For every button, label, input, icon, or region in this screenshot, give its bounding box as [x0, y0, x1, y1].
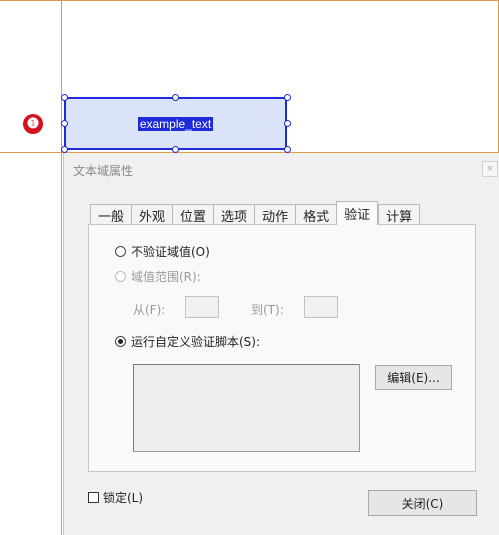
resize-handle-top[interactable]	[172, 94, 179, 101]
close-icon[interactable]: ×	[482, 161, 498, 177]
guide-line-vertical	[61, 0, 62, 535]
from-input[interactable]	[185, 296, 219, 318]
edit-script-button[interactable]: 编辑(E)...	[375, 365, 452, 390]
tab-options[interactable]: 选项	[213, 204, 255, 225]
tab-format[interactable]: 格式	[295, 204, 337, 225]
text-field-value: example_text	[137, 116, 214, 131]
range-radio[interactable]	[115, 271, 126, 282]
resize-handle-right[interactable]	[284, 120, 291, 127]
no-validate-label[interactable]: 不验证域值(O)	[131, 243, 210, 260]
to-label: 到(T):	[251, 303, 284, 317]
no-validate-radio[interactable]	[115, 246, 126, 257]
guide-line-top	[0, 0, 499, 1]
close-button[interactable]: 关闭(C)	[368, 490, 477, 516]
dialog-title: 文本域属性	[73, 164, 134, 178]
from-label: 从(F):	[133, 303, 166, 317]
lock-label[interactable]: 锁定(L)	[103, 489, 143, 506]
script-preview-box	[133, 364, 360, 452]
validate-tab-panel: 不验证域值(O) 域值范围(R): 从(F): 到(T): 运行自定义验证脚本(…	[88, 224, 476, 472]
resize-handle-bottom-right[interactable]	[284, 146, 291, 153]
resize-handle-bottom-left[interactable]	[61, 146, 68, 153]
tab-position[interactable]: 位置	[172, 204, 214, 225]
annotation-number-badge: ❶	[23, 114, 43, 134]
tab-validate[interactable]: 验证	[336, 201, 379, 225]
resize-handle-top-right[interactable]	[284, 94, 291, 101]
custom-script-label[interactable]: 运行自定义验证脚本(S):	[131, 333, 260, 350]
text-field-properties-dialog: 文本域属性 × 一般 外观 位置 选项 动作 格式 验证 计算 不验证域值(O)…	[63, 153, 499, 535]
tab-calculate[interactable]: 计算	[378, 204, 421, 225]
tab-actions[interactable]: 动作	[254, 204, 296, 225]
text-field-widget[interactable]: example_text	[64, 97, 287, 150]
range-label: 域值范围(R):	[131, 270, 201, 284]
lock-checkbox[interactable]	[88, 492, 99, 503]
resize-handle-top-left[interactable]	[61, 94, 68, 101]
resize-handle-left[interactable]	[61, 120, 68, 127]
to-input[interactable]	[304, 296, 338, 318]
tab-bar: 一般 外观 位置 选项 动作 格式 验证 计算	[90, 201, 421, 225]
tab-general[interactable]: 一般	[90, 204, 132, 225]
custom-script-radio[interactable]	[115, 336, 126, 347]
tab-appearance[interactable]: 外观	[131, 204, 173, 225]
resize-handle-bottom[interactable]	[172, 146, 179, 153]
